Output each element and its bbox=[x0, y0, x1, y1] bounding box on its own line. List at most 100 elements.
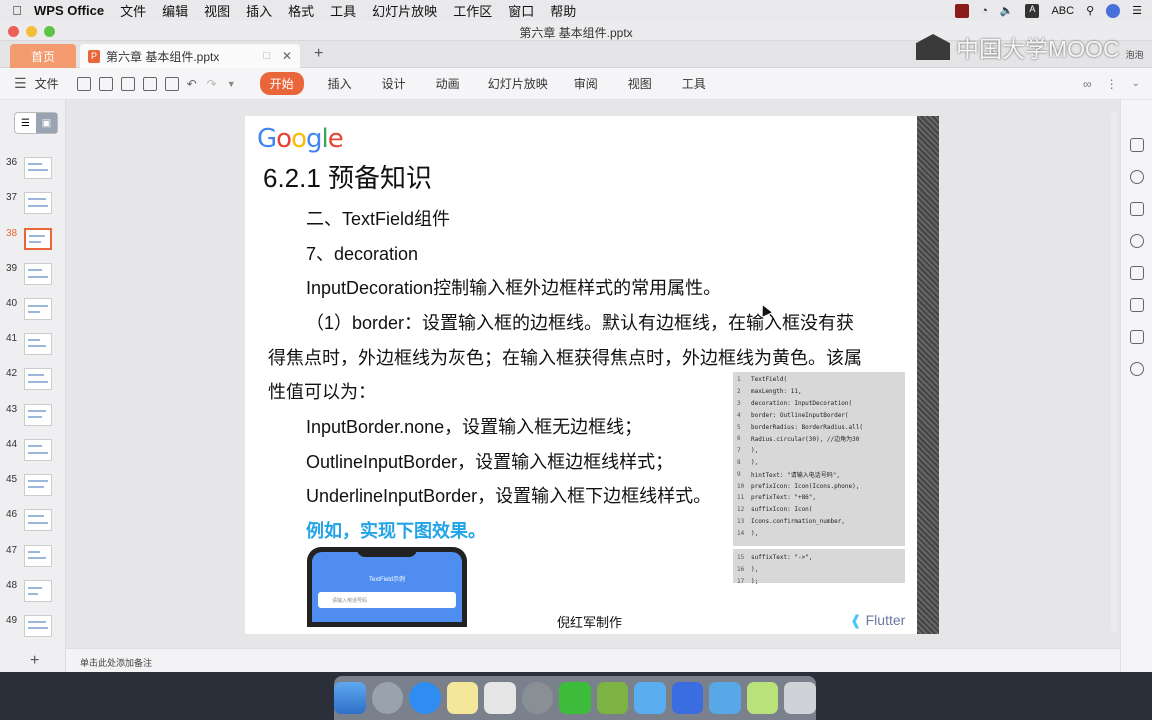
control-center-icon[interactable]: ☰ bbox=[1132, 4, 1142, 17]
export-icon[interactable] bbox=[164, 76, 179, 91]
print-icon[interactable] bbox=[142, 76, 157, 91]
slide-thumbnail[interactable]: 46 bbox=[6, 509, 52, 531]
more-icon[interactable]: ⋮ bbox=[1106, 77, 1118, 91]
vertical-scrollbar[interactable] bbox=[1111, 112, 1117, 632]
input-method-label[interactable]: ABC bbox=[1051, 5, 1074, 17]
text-line: InputBorder.none，设置输入框无边框线； bbox=[306, 417, 643, 437]
safari-icon[interactable] bbox=[409, 682, 441, 714]
tab-document[interactable]: P 第六章 基本组件.pptx □ ✕ bbox=[80, 44, 300, 68]
slide-number: 42 bbox=[6, 368, 18, 379]
slide-thumbnail-selected[interactable]: 38 bbox=[6, 228, 52, 250]
open-icon[interactable] bbox=[76, 76, 91, 91]
record-icon[interactable] bbox=[955, 3, 970, 18]
folder-icon[interactable] bbox=[634, 682, 666, 714]
finder-icon[interactable] bbox=[334, 682, 366, 714]
slide-thumbnail[interactable]: 36 bbox=[6, 157, 52, 179]
slide-thumbnail[interactable]: 37 bbox=[6, 192, 52, 214]
shape-icon[interactable] bbox=[1130, 170, 1144, 184]
ribbon-tab-view[interactable]: 视图 bbox=[628, 75, 652, 92]
code-line-text: decoration: InputDecoration( bbox=[751, 399, 853, 407]
save-icon[interactable] bbox=[98, 76, 113, 91]
code-line-number: 4 bbox=[737, 411, 741, 419]
menu-insert[interactable]: 插入 bbox=[246, 1, 272, 20]
thumbnail-view-icon[interactable]: ▣ bbox=[36, 113, 57, 133]
wifi-icon[interactable]: ◔ bbox=[981, 5, 988, 17]
fill-icon[interactable] bbox=[1130, 202, 1144, 216]
app-name-menu[interactable]: WPS Office bbox=[34, 3, 104, 18]
menu-file[interactable]: 文件 bbox=[120, 1, 146, 20]
ribbon-tab-review[interactable]: 审阅 bbox=[574, 75, 598, 92]
input-source-icon[interactable]: A bbox=[1025, 3, 1040, 18]
ribbon-tab-slideshow[interactable]: 幻灯片放映 bbox=[488, 75, 548, 92]
ribbon-tab-start[interactable]: 开始 bbox=[259, 72, 304, 95]
effects-icon[interactable] bbox=[1130, 298, 1144, 312]
launchpad-icon[interactable] bbox=[371, 682, 404, 714]
menu-slideshow[interactable]: 幻灯片放映 bbox=[372, 1, 437, 20]
trash-icon[interactable] bbox=[784, 682, 816, 714]
format-painter-icon[interactable] bbox=[120, 76, 135, 91]
slide-thumbnail[interactable]: 48 bbox=[6, 580, 52, 602]
current-slide[interactable]: Google 6.2.1 预备知识 二、TextField组件 7、decora… bbox=[245, 116, 917, 634]
quick-access-dropdown-icon[interactable]: ▼ bbox=[227, 79, 236, 89]
undo-icon[interactable]: ↶ bbox=[187, 77, 197, 91]
menu-workspace[interactable]: 工作区 bbox=[453, 1, 492, 20]
new-tab-button[interactable]: + bbox=[314, 45, 323, 63]
xcode-icon[interactable] bbox=[709, 682, 741, 714]
green-app-icon[interactable] bbox=[746, 682, 779, 714]
animation-icon[interactable] bbox=[1130, 234, 1144, 248]
view-toggle[interactable]: ☰ ▣ bbox=[14, 112, 58, 134]
object-props-icon[interactable] bbox=[1130, 138, 1144, 152]
code-line-number: 12 bbox=[737, 506, 745, 514]
pin-icon[interactable]: □ bbox=[263, 50, 270, 62]
notes-pane[interactable]: 单击此处添加备注 bbox=[66, 648, 1120, 672]
ribbon-tab-insert[interactable]: 插入 bbox=[328, 75, 352, 92]
redo-icon[interactable]: ↷ bbox=[207, 77, 217, 91]
ribbon-toolbar: ☰ 文件 ↶ ↷ ▼ 开始 插入 设计 动画 幻灯片放映 审阅 视图 工具 ∞ … bbox=[0, 68, 1152, 100]
siri-icon[interactable] bbox=[1106, 3, 1121, 18]
menu-view[interactable]: 视图 bbox=[204, 1, 230, 20]
slide-preview bbox=[24, 157, 52, 179]
slide-thumbnail[interactable]: 40 bbox=[6, 298, 52, 320]
notes-app-icon[interactable] bbox=[446, 682, 479, 714]
wechat-icon[interactable] bbox=[559, 682, 591, 714]
slide-thumbnail[interactable]: 44 bbox=[6, 439, 52, 461]
system-preferences-icon[interactable] bbox=[521, 682, 554, 714]
menu-format[interactable]: 格式 bbox=[288, 1, 314, 20]
spotlight-icon[interactable]: ⚲ bbox=[1086, 4, 1094, 17]
close-tab-icon[interactable]: ✕ bbox=[282, 49, 292, 63]
slide-thumbnail[interactable]: 42 bbox=[6, 368, 52, 390]
transition-icon[interactable] bbox=[1130, 266, 1144, 280]
outline-view-icon[interactable]: ☰ bbox=[15, 113, 36, 133]
file-menu-button[interactable]: 文件 bbox=[35, 75, 59, 92]
tab-home[interactable]: 首页 bbox=[10, 44, 76, 68]
apple-icon[interactable]:  bbox=[0, 3, 34, 18]
menu-edit[interactable]: 编辑 bbox=[162, 1, 188, 20]
slide-thumbnail[interactable]: 43 bbox=[6, 404, 52, 426]
menu-tools[interactable]: 工具 bbox=[330, 1, 356, 20]
slide-thumbnail[interactable]: 39 bbox=[6, 263, 52, 285]
android-studio-icon[interactable] bbox=[596, 682, 629, 714]
settings-icon[interactable] bbox=[1130, 330, 1144, 344]
slide-thumbnail[interactable]: 41 bbox=[6, 333, 52, 355]
menu-window[interactable]: 窗口 bbox=[508, 1, 534, 20]
ribbon-tab-tools[interactable]: 工具 bbox=[682, 75, 706, 92]
collapse-ribbon-icon[interactable]: ⌄ bbox=[1132, 78, 1140, 89]
phone-screenshot: TextField示例 请输入电话号码 bbox=[307, 547, 467, 627]
wps-icon[interactable] bbox=[671, 682, 704, 714]
ribbon-tab-design[interactable]: 设计 bbox=[382, 75, 406, 92]
menu-help[interactable]: 帮助 bbox=[550, 1, 576, 20]
screenshot-app-icon[interactable] bbox=[484, 682, 516, 714]
ribbon-tab-animation[interactable]: 动画 bbox=[436, 75, 460, 92]
code-line-number: 1 bbox=[737, 376, 741, 384]
slide-thumbnail[interactable]: 47 bbox=[6, 545, 52, 567]
share-icon[interactable]: ∞ bbox=[1083, 77, 1092, 91]
hamburger-menu-icon[interactable]: ☰ bbox=[14, 75, 27, 92]
volume-icon[interactable]: 🔈 bbox=[1000, 4, 1014, 17]
slide-thumbnail[interactable]: 45 bbox=[6, 474, 52, 496]
code-line-text: TextField( bbox=[751, 376, 788, 384]
code-line: 10 prefixIcon: Icon(Icons.phone), bbox=[737, 480, 901, 492]
add-slide-button[interactable]: + bbox=[30, 652, 39, 670]
history-icon[interactable] bbox=[1130, 362, 1144, 376]
text-line: 得焦点时，外边框线为灰色；在输入框获得焦点时，外边框线为黄色。该属 bbox=[268, 348, 862, 368]
slide-thumbnail[interactable]: 49 bbox=[6, 615, 52, 637]
